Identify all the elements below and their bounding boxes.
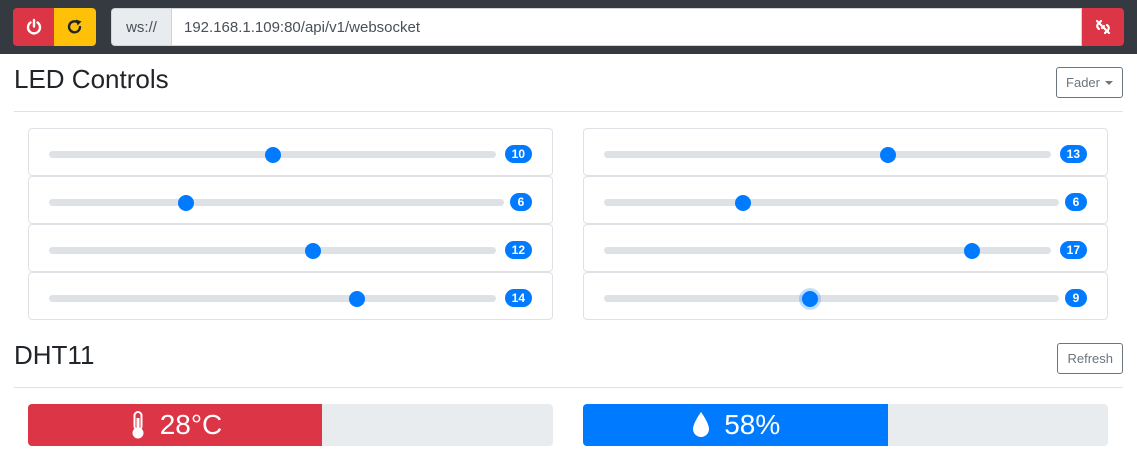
reload-button[interactable] xyxy=(54,8,96,46)
caret-down-icon xyxy=(1105,80,1113,85)
led-slider-row: 17 xyxy=(583,224,1108,272)
led-slider-thumb[interactable] xyxy=(349,291,366,307)
reload-icon xyxy=(67,19,82,34)
led-slider-row: 13 xyxy=(583,128,1108,176)
led-slider-value-badge: 6 xyxy=(510,193,532,211)
temperature-progress: 28°C xyxy=(28,404,553,446)
refresh-label: Refresh xyxy=(1067,351,1113,366)
led-slider-value-badge: 9 xyxy=(1065,289,1087,307)
led-slider-row: 14 xyxy=(28,272,553,320)
led-slider-track[interactable] xyxy=(49,291,496,307)
power-icon xyxy=(26,18,41,35)
led-slider-value-badge: 13 xyxy=(1059,145,1087,163)
temperature-value: 28°C xyxy=(159,409,223,440)
led-slider-value-badge: 6 xyxy=(1065,193,1087,211)
fader-dropdown-button[interactable]: Fader xyxy=(1056,67,1123,98)
disconnected-icon xyxy=(1095,19,1111,35)
divider xyxy=(14,111,1123,112)
led-slider-row: 10 xyxy=(28,128,553,176)
led-slider-thumb[interactable] xyxy=(964,243,981,259)
led-slider-track[interactable] xyxy=(49,195,504,211)
websocket-url-input[interactable] xyxy=(171,8,1082,46)
led-slider-thumb[interactable] xyxy=(801,291,818,307)
led-slider-value-badge: 14 xyxy=(504,289,532,307)
refresh-button[interactable]: Refresh xyxy=(1057,343,1123,374)
power-button[interactable] xyxy=(13,8,54,46)
humidity-progress: 58% xyxy=(583,404,1108,446)
water-drop-icon xyxy=(693,412,710,437)
led-slider-track[interactable] xyxy=(604,147,1051,163)
led-slider-track[interactable] xyxy=(49,147,496,163)
led-slider-thumb[interactable] xyxy=(177,195,194,211)
thermometer-icon xyxy=(132,411,144,439)
led-slider-row: 6 xyxy=(583,176,1108,224)
led-slider-thumb[interactable] xyxy=(264,147,281,163)
slider-column-left: 10 6 12 14 xyxy=(28,128,553,320)
websocket-url-group: ws:// xyxy=(111,8,1124,46)
led-slider-row: 12 xyxy=(28,224,553,272)
divider xyxy=(14,387,1123,388)
led-slider-track[interactable] xyxy=(604,195,1059,211)
toolbar: ws:// xyxy=(0,0,1137,54)
disconnect-button[interactable] xyxy=(1082,8,1124,46)
led-slider-value-badge: 12 xyxy=(504,241,532,259)
led-slider-thumb[interactable] xyxy=(879,147,896,163)
led-slider-thumb[interactable] xyxy=(304,243,321,259)
led-slider-track[interactable] xyxy=(49,243,496,259)
led-controls-title: LED Controls xyxy=(14,64,169,94)
humidity-bar: 58% xyxy=(583,404,888,446)
led-slider-thumb[interactable] xyxy=(734,195,751,211)
led-slider-row: 6 xyxy=(28,176,553,224)
url-prefix: ws:// xyxy=(111,8,171,46)
dht11-title: DHT11 xyxy=(14,340,95,370)
led-slider-value-badge: 17 xyxy=(1059,241,1087,259)
led-slider-track[interactable] xyxy=(604,291,1059,307)
led-slider-row: 9 xyxy=(583,272,1108,320)
led-slider-track[interactable] xyxy=(604,243,1051,259)
slider-column-right: 13 6 17 9 xyxy=(583,128,1108,320)
humidity-value: 58% xyxy=(724,409,781,440)
temperature-bar: 28°C xyxy=(28,404,322,446)
fader-dropdown-label: Fader xyxy=(1066,75,1100,90)
led-slider-value-badge: 10 xyxy=(504,145,532,163)
